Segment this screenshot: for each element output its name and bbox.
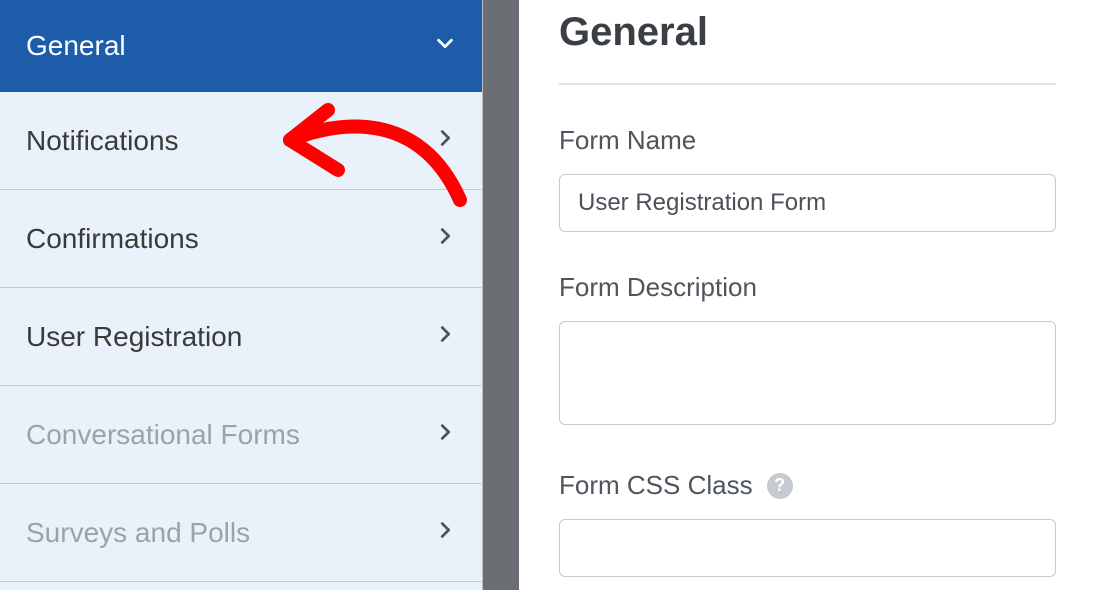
page-title: General [559, 10, 1056, 55]
help-icon[interactable]: ? [767, 473, 793, 499]
field-form-css-class: Form CSS Class ? [559, 470, 1056, 577]
sidebar-item-label: General [26, 30, 126, 62]
panel-divider [483, 0, 519, 590]
sidebar-item-user-registration[interactable]: User Registration [0, 288, 482, 386]
chevron-right-icon [434, 421, 456, 449]
form-name-input[interactable] [559, 174, 1056, 232]
chevron-right-icon [434, 323, 456, 351]
sidebar-item-label: Confirmations [26, 223, 199, 255]
sidebar-item-label: Surveys and Polls [26, 517, 250, 549]
sidebar-item-general[interactable]: General [0, 0, 482, 92]
chevron-right-icon [434, 519, 456, 547]
sidebar-item-notifications[interactable]: Notifications [0, 92, 482, 190]
sidebar-item-confirmations[interactable]: Confirmations [0, 190, 482, 288]
field-form-name: Form Name [559, 125, 1056, 232]
settings-panel: General Form Name Form Description Form … [519, 0, 1116, 590]
chevron-right-icon [434, 127, 456, 155]
form-description-label: Form Description [559, 272, 1056, 303]
form-css-class-input[interactable] [559, 519, 1056, 577]
chevron-down-icon [434, 32, 456, 60]
sidebar-item-label: Notifications [26, 125, 179, 157]
form-name-label: Form Name [559, 125, 1056, 156]
sidebar-item-label: Conversational Forms [26, 419, 300, 451]
form-css-class-label: Form CSS Class ? [559, 470, 1056, 501]
form-css-class-label-text: Form CSS Class [559, 470, 753, 501]
sidebar-item-label: User Registration [26, 321, 242, 353]
chevron-right-icon [434, 225, 456, 253]
field-form-description: Form Description [559, 272, 1056, 430]
sidebar-item-conversational-forms[interactable]: Conversational Forms [0, 386, 482, 484]
settings-sidebar: General Notifications Confirmations User… [0, 0, 483, 590]
form-description-input[interactable] [559, 321, 1056, 425]
title-divider [559, 83, 1056, 85]
sidebar-item-surveys-and-polls[interactable]: Surveys and Polls [0, 484, 482, 582]
